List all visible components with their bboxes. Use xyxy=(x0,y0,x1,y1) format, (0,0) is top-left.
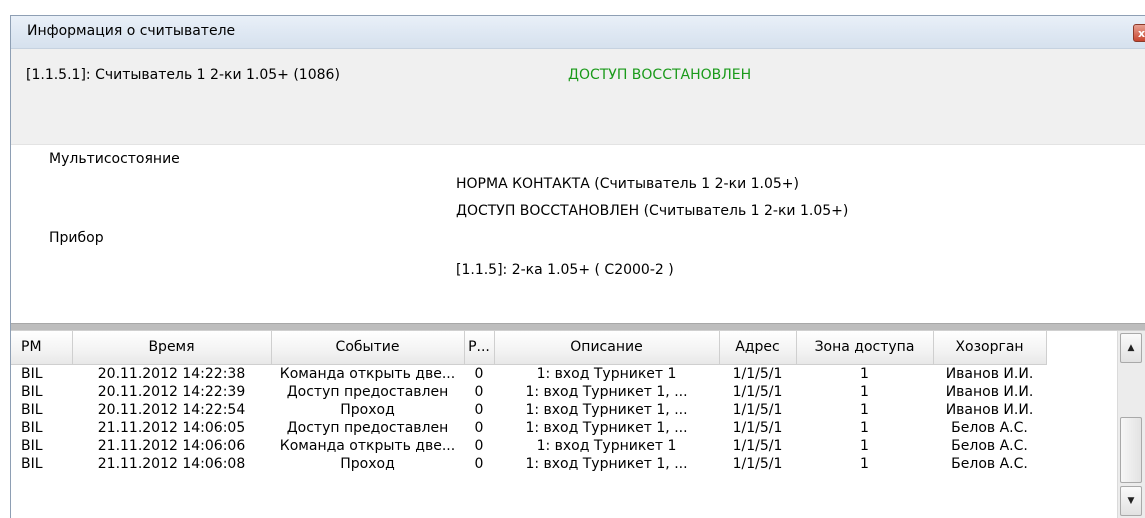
cell-event: Команда открыть две... xyxy=(279,365,456,382)
cell-pm: BIL xyxy=(21,419,43,436)
table-row[interactable]: BIL 20.11.2012 14:22:38 Команда открыть … xyxy=(11,364,1046,383)
table-row[interactable]: BIL 21.11.2012 14:06:05 Доступ предостав… xyxy=(11,419,1046,437)
cell-time: 21.11.2012 14:06:08 xyxy=(97,455,246,472)
reader-panel: [1.1.5.1]: Считыватель 1 2-ки 1.05+ (108… xyxy=(11,49,1145,145)
close-button[interactable]: x xyxy=(1133,24,1145,42)
window-title: Информация о считывателе xyxy=(27,23,236,39)
cell-owner: Иванов И.И. xyxy=(945,365,1034,382)
cell-pm: BIL xyxy=(21,455,43,472)
panel-splitter[interactable] xyxy=(11,323,1145,331)
cell-access-zone: 1 xyxy=(860,419,869,436)
cell-time: 21.11.2012 14:06:06 xyxy=(97,437,246,454)
column-header-p[interactable]: Р... xyxy=(464,331,495,365)
cell-event: Доступ предоставлен xyxy=(286,419,449,436)
cell-address: 1/1/5/1 xyxy=(732,383,783,400)
arrow-down-icon: ▼ xyxy=(1127,496,1135,506)
cell-access-zone: 1 xyxy=(860,365,869,382)
cell-event: Проход xyxy=(340,401,395,418)
cell-p: 0 xyxy=(474,419,484,436)
column-header-event[interactable]: Событие xyxy=(271,331,465,365)
column-header-pm[interactable]: РМ xyxy=(11,331,73,365)
cell-p: 0 xyxy=(474,401,484,418)
cell-pm: BIL xyxy=(21,383,43,400)
cell-address: 1/1/5/1 xyxy=(732,455,783,472)
cell-time: 20.11.2012 14:22:38 xyxy=(97,365,246,382)
scroll-up-button[interactable]: ▲ xyxy=(1120,333,1142,363)
reader-name: [1.1.5.1]: Считыватель 1 2-ки 1.05+ (108… xyxy=(26,67,340,83)
cell-address: 1/1/5/1 xyxy=(732,365,783,382)
cell-pm: BIL xyxy=(21,365,43,382)
multistate-value-1: НОРМА КОНТАКТА (Считыватель 1 2-ки 1.05+… xyxy=(456,176,799,192)
cell-owner: Белов А.С. xyxy=(951,419,1028,436)
column-header-owner[interactable]: Хозорган xyxy=(933,331,1047,365)
events-grid: РМ Время Событие Р... Описание Адрес Зон… xyxy=(11,331,1145,518)
cell-pm: BIL xyxy=(21,437,43,454)
cell-description: 1: вход Турникет 1, ... xyxy=(525,383,688,400)
cell-time: 20.11.2012 14:22:39 xyxy=(97,383,246,400)
reader-info-window: Информация о считывателе x [1.1.5.1]: Сч… xyxy=(10,15,1145,518)
device-value: [1.1.5]: 2-ка 1.05+ ( С2000-2 ) xyxy=(456,262,674,278)
title-bar[interactable]: Информация о считывателе x xyxy=(11,16,1145,49)
arrow-up-icon: ▲ xyxy=(1127,343,1135,353)
cell-description: 1: вход Турникет 1, ... xyxy=(525,419,688,436)
vertical-scrollbar[interactable]: ▲ ▼ xyxy=(1117,331,1145,518)
cell-p: 0 xyxy=(474,383,484,400)
reader-status: ДОСТУП ВОССТАНОВЛЕН xyxy=(568,67,752,83)
table-row[interactable]: BIL 20.11.2012 14:22:39 Доступ предостав… xyxy=(11,383,1046,401)
cell-address: 1/1/5/1 xyxy=(732,419,783,436)
cell-owner: Белов А.С. xyxy=(951,455,1028,472)
cell-access-zone: 1 xyxy=(860,383,869,400)
cell-time: 21.11.2012 14:06:05 xyxy=(97,419,246,436)
info-panel: Мультисостояние НОРМА КОНТАКТА (Считыват… xyxy=(11,145,1145,323)
multistate-label: Мультисостояние xyxy=(49,151,180,167)
cell-access-zone: 1 xyxy=(860,455,869,472)
column-header-address[interactable]: Адрес xyxy=(719,331,797,365)
cell-access-zone: 1 xyxy=(860,437,869,454)
cell-description: 1: вход Турникет 1, ... xyxy=(525,455,688,472)
close-icon: x xyxy=(1138,27,1145,40)
cell-p: 0 xyxy=(474,365,484,382)
scroll-thumb[interactable] xyxy=(1120,417,1142,483)
scroll-down-button[interactable]: ▼ xyxy=(1120,486,1142,516)
device-label: Прибор xyxy=(49,230,104,246)
cell-owner: Белов А.С. xyxy=(951,437,1028,454)
cell-description: 1: вход Турникет 1, ... xyxy=(525,401,688,418)
table-row[interactable]: BIL 21.11.2012 14:06:08 Проход 0 1: вход… xyxy=(11,455,1046,473)
cell-p: 0 xyxy=(474,455,484,472)
cell-owner: Иванов И.И. xyxy=(945,401,1034,418)
cell-event: Проход xyxy=(340,455,395,472)
table-header-row: РМ Время Событие Р... Описание Адрес Зон… xyxy=(11,331,1047,365)
cell-address: 1/1/5/1 xyxy=(732,401,783,418)
cell-pm: BIL xyxy=(21,401,43,418)
cell-event: Доступ предоставлен xyxy=(286,383,449,400)
cell-access-zone: 1 xyxy=(860,401,869,418)
cell-p: 0 xyxy=(474,437,484,454)
cell-description: 1: вход Турникет 1 xyxy=(536,365,677,382)
column-header-access-zone[interactable]: Зона доступа xyxy=(796,331,934,365)
column-header-time[interactable]: Время xyxy=(72,331,272,365)
cell-address: 1/1/5/1 xyxy=(732,437,783,454)
cell-time: 20.11.2012 14:22:54 xyxy=(97,401,246,418)
column-header-description[interactable]: Описание xyxy=(494,331,720,365)
events-table: РМ Время Событие Р... Описание Адрес Зон… xyxy=(11,331,1047,473)
cell-owner: Иванов И.И. xyxy=(945,383,1034,400)
table-row[interactable]: BIL 21.11.2012 14:06:06 Команда открыть … xyxy=(11,437,1046,455)
cell-description: 1: вход Турникет 1 xyxy=(536,437,677,454)
multistate-value-2: ДОСТУП ВОССТАНОВЛЕН (Считыватель 1 2-ки … xyxy=(456,203,849,219)
cell-event: Команда открыть две... xyxy=(279,437,456,454)
table-row[interactable]: BIL 20.11.2012 14:22:54 Проход 0 1: вход… xyxy=(11,401,1046,419)
